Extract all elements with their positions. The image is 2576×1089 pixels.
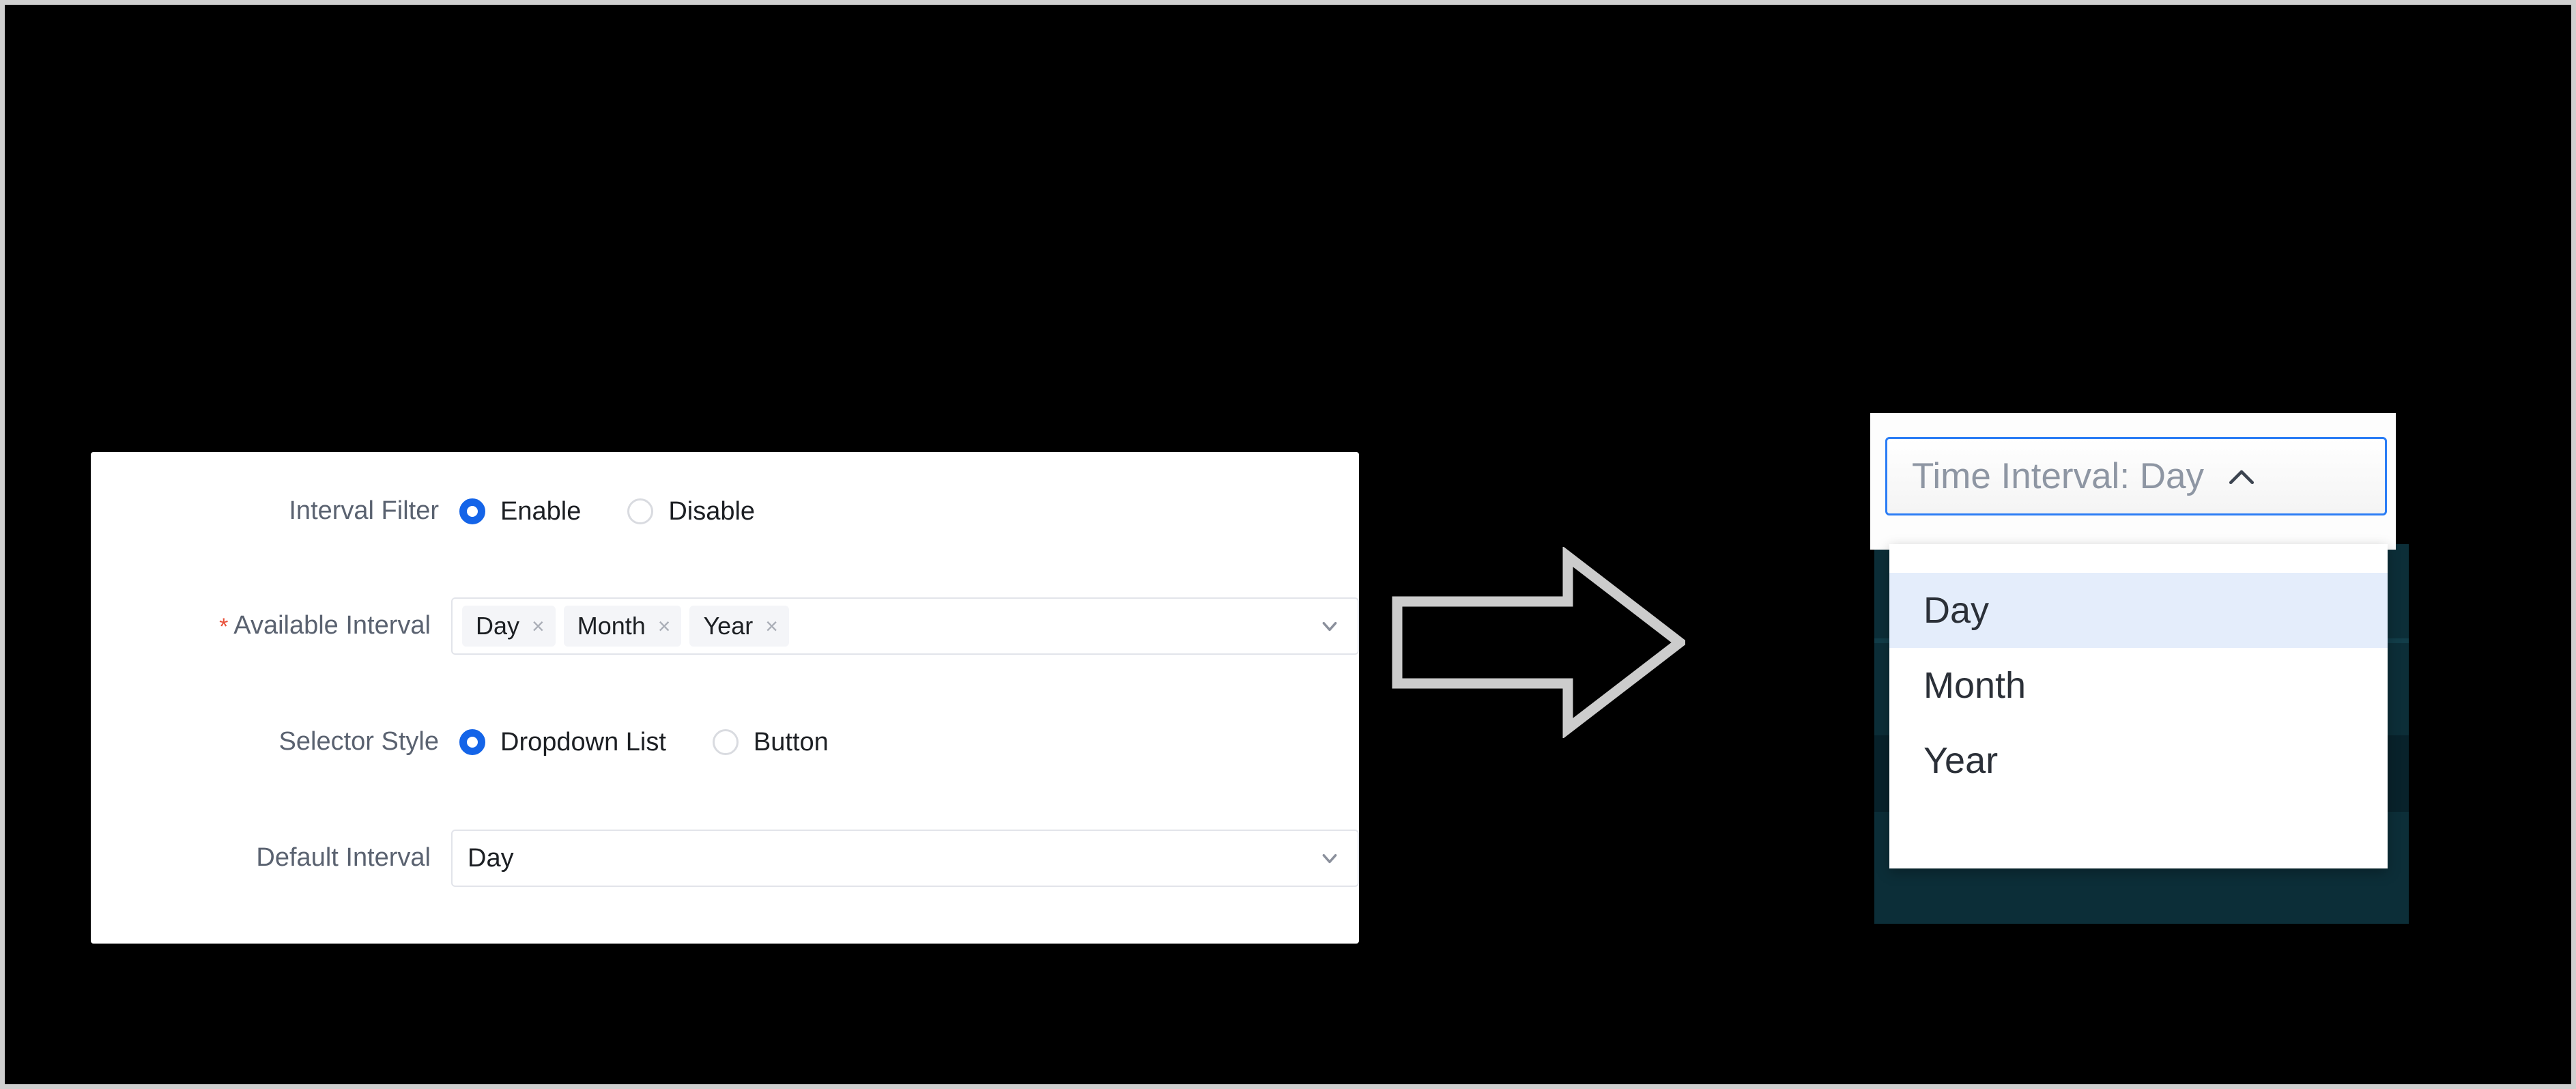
chevron-up-icon[interactable] — [2227, 467, 2256, 486]
form-row-available-interval: * Available Interval Day × Month × Year × — [91, 589, 1359, 664]
label-available-interval: * Available Interval — [91, 610, 451, 642]
time-interval-trigger-label: Time Interval: Day — [1912, 456, 2205, 496]
chip-year-remove-icon[interactable]: × — [765, 615, 778, 637]
radio-option-disable[interactable]: Disable — [627, 497, 755, 526]
control-default-interval: Day — [451, 830, 1359, 887]
radio-group-selector-style: Dropdown List Button — [459, 728, 875, 757]
chevron-down-icon[interactable] — [1321, 849, 1339, 867]
chip-day[interactable]: Day × — [462, 606, 556, 647]
label-default-interval: Default Interval — [91, 843, 451, 874]
radio-enable-icon[interactable] — [459, 498, 485, 524]
control-available-interval: Day × Month × Year × — [451, 597, 1359, 655]
label-default-interval-text: Default Interval — [256, 843, 431, 873]
control-interval-filter: Enable Disable — [459, 497, 1359, 526]
label-interval-filter-text: Interval Filter — [289, 496, 439, 526]
menu-item-year[interactable]: Year — [1889, 723, 2388, 798]
interval-settings-card: Interval Filter Enable Disable * Availab… — [91, 452, 1359, 944]
label-selector-style-text: Selector Style — [278, 727, 439, 756]
chip-year-label: Year — [703, 612, 754, 640]
menu-item-month[interactable]: Month — [1889, 648, 2388, 723]
radio-button-label: Button — [753, 727, 829, 756]
menu-item-day-label: Day — [1923, 590, 1990, 631]
form-row-interval-filter: Interval Filter Enable Disable — [91, 474, 1359, 549]
flow-arrow-icon — [1392, 546, 1689, 739]
menu-item-month-label: Month — [1923, 665, 2027, 706]
radio-option-button[interactable]: Button — [712, 727, 829, 757]
required-asterisk-icon: * — [219, 613, 229, 640]
radio-button-icon[interactable] — [712, 729, 739, 755]
radio-dropdown-list-label: Dropdown List — [500, 727, 666, 756]
label-available-interval-text: Available Interval — [233, 611, 431, 640]
chevron-down-icon[interactable] — [1321, 617, 1339, 635]
form-row-default-interval: Default Interval Day — [91, 821, 1359, 896]
label-interval-filter: Interval Filter — [91, 496, 459, 527]
default-interval-select[interactable]: Day — [451, 830, 1359, 887]
available-interval-multiselect[interactable]: Day × Month × Year × — [451, 597, 1359, 655]
control-selector-style: Dropdown List Button — [459, 728, 1359, 757]
chip-month-label: Month — [577, 612, 646, 640]
radio-group-interval-filter: Enable Disable — [459, 497, 801, 526]
radio-option-dropdown-list[interactable]: Dropdown List — [459, 728, 666, 757]
time-interval-trigger-button[interactable]: Time Interval: Day — [1885, 437, 2387, 515]
radio-dropdown-list-icon[interactable] — [459, 729, 485, 755]
default-interval-value: Day — [468, 843, 514, 873]
radio-disable-icon[interactable] — [627, 498, 654, 524]
chip-month[interactable]: Month × — [563, 606, 682, 647]
chip-year[interactable]: Year × — [689, 606, 789, 647]
radio-option-enable[interactable]: Enable — [459, 497, 581, 526]
form-row-selector-style: Selector Style Dropdown List Button — [91, 705, 1359, 780]
label-selector-style: Selector Style — [91, 726, 459, 758]
time-interval-dropdown-menu: Day Month Year — [1889, 544, 2388, 868]
chip-day-remove-icon[interactable]: × — [532, 615, 545, 637]
menu-item-year-label: Year — [1923, 740, 1999, 781]
chip-month-remove-icon[interactable]: × — [658, 615, 671, 637]
chip-day-label: Day — [476, 612, 520, 640]
screenshot-canvas: Interval Filter Enable Disable * Availab… — [5, 5, 2571, 1084]
radio-disable-label: Disable — [668, 496, 756, 526]
menu-item-day[interactable]: Day — [1889, 573, 2388, 648]
radio-enable-label: Enable — [500, 496, 582, 526]
